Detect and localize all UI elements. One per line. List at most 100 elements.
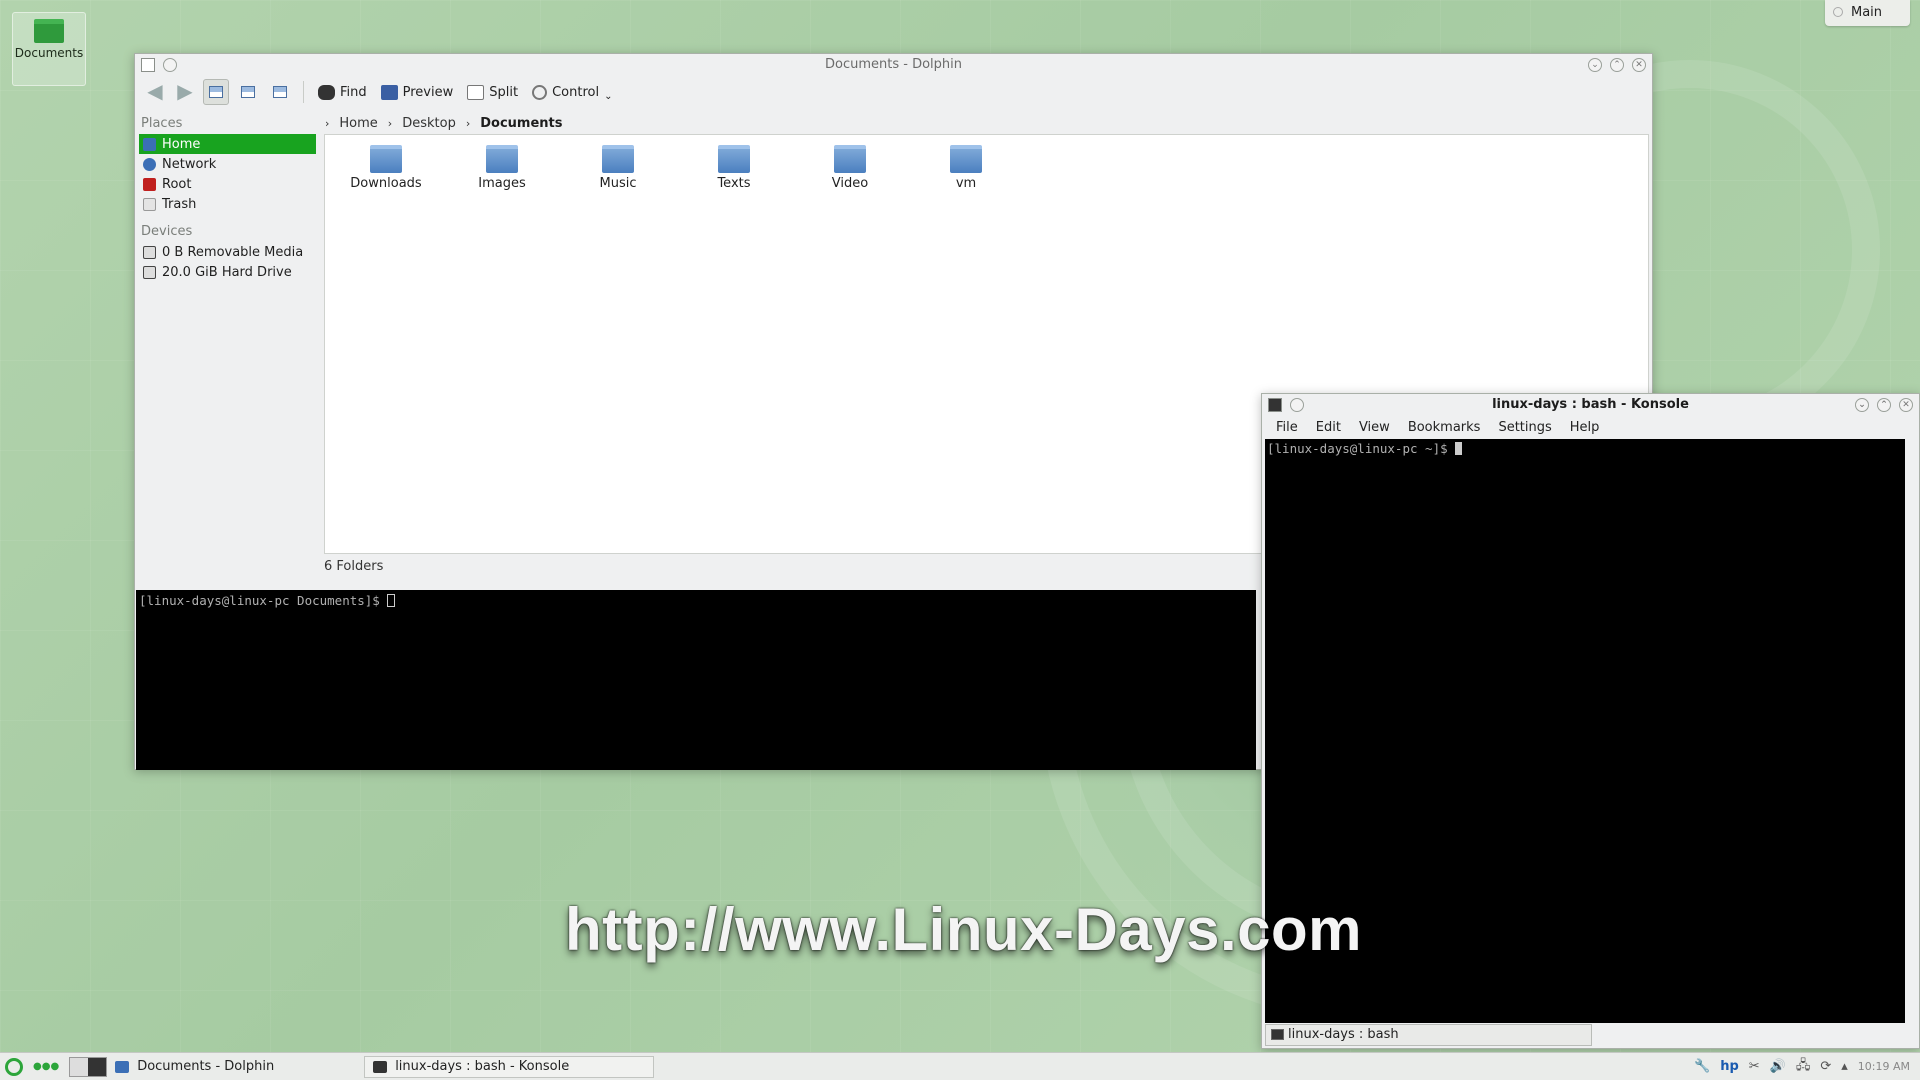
breadcrumb-root-arrow-icon[interactable]: › [325, 117, 329, 130]
control-button[interactable]: Control ⌄ [528, 79, 616, 105]
volume-icon[interactable]: 🔊 [1770, 1059, 1786, 1074]
folder-label: vm [955, 176, 977, 191]
sidebar-item-removable-media[interactable]: 0 B Removable Media [139, 242, 316, 262]
sidebar-item-label: Home [162, 136, 201, 152]
terminal-prompt: [linux-days@linux-pc ~]$ [1267, 441, 1456, 456]
folder-video[interactable]: Video [805, 145, 895, 191]
window-menu-icon[interactable] [1268, 398, 1282, 412]
folder-label: Video [831, 176, 869, 191]
preview-button[interactable]: Preview [377, 79, 458, 105]
menu-file[interactable]: File [1276, 420, 1298, 435]
folder-label: Music [599, 176, 637, 191]
tray-expand-icon[interactable]: ▴ [1841, 1059, 1848, 1074]
desktop-icon-documents[interactable]: Documents [12, 12, 86, 86]
details-view-icon [241, 86, 255, 98]
clock[interactable]: 10:19 AM [1858, 1060, 1910, 1073]
sidebar-item-hard-drive[interactable]: 20.0 GiB Hard Drive [139, 262, 316, 282]
compact-view-icon [273, 86, 287, 98]
menu-settings[interactable]: Settings [1498, 420, 1551, 435]
breadcrumb-home[interactable]: Home [339, 116, 377, 131]
sidebar-item-label: Trash [162, 196, 197, 212]
konsole-session-tab[interactable]: linux-days : bash [1265, 1024, 1592, 1046]
sidebar-item-label: Network [162, 156, 217, 172]
menu-edit[interactable]: Edit [1316, 420, 1341, 435]
sticky-button[interactable] [163, 58, 177, 72]
split-label: Split [489, 84, 519, 100]
network-icon [143, 157, 156, 171]
sidebar-item-label: Root [162, 176, 192, 192]
system-tray: 🔧 hp ✂ 🔊 🖧 ⟳ ▴ 10:19 AM [1694, 1056, 1920, 1078]
activity-main-button[interactable]: Main [1825, 0, 1910, 26]
folder-icon [950, 145, 982, 173]
places-header: Places [141, 116, 183, 131]
menu-bookmarks[interactable]: Bookmarks [1408, 420, 1481, 435]
terminal-prompt: [linux-days@linux-pc Documents]$ [139, 593, 388, 608]
sticky-button[interactable] [1290, 398, 1304, 412]
desktop-icon-label: Documents [14, 46, 84, 60]
breadcrumb-separator-icon[interactable]: › [466, 117, 470, 130]
folder-icon [370, 145, 402, 173]
dolphin-toolbar: ◀ ▶ Find Preview Split Control ⌄ [135, 76, 1652, 108]
session-tab-label: linux-days : bash [1288, 1027, 1399, 1042]
sidebar-item-network[interactable]: Network [139, 154, 316, 174]
terminal-scrollbar[interactable] [1905, 439, 1917, 1023]
konsole-menubar: File Edit View Bookmarks Settings Help [1262, 416, 1919, 438]
pager-icon[interactable] [69, 1056, 108, 1077]
folder-downloads[interactable]: Downloads [341, 145, 431, 191]
folder-vm[interactable]: vm [921, 145, 1011, 191]
application-launcher-icon[interactable] [5, 1057, 23, 1076]
minimize-button[interactable]: ⌄ [1855, 398, 1869, 412]
folder-images[interactable]: Images [457, 145, 547, 191]
find-button[interactable]: Find [314, 79, 371, 105]
home-icon [143, 137, 156, 151]
embedded-terminal[interactable]: [linux-days@linux-pc Documents]$ [136, 590, 1256, 770]
hard-drive-icon [143, 265, 156, 279]
close-button[interactable]: ✕ [1632, 58, 1646, 72]
split-button[interactable]: Split [463, 79, 522, 105]
trash-icon [143, 197, 156, 211]
scissors-icon[interactable]: ✂ [1749, 1059, 1760, 1074]
menu-view[interactable]: View [1359, 420, 1390, 435]
chevron-down-icon: ⌄ [604, 90, 613, 102]
sidebar-item-trash[interactable]: Trash [139, 194, 316, 214]
breadcrumb-separator-icon[interactable]: › [388, 117, 392, 130]
breadcrumb-documents[interactable]: Documents [480, 116, 562, 131]
menu-help[interactable]: Help [1570, 420, 1600, 435]
window-title: Documents - Dolphin [825, 57, 962, 72]
updates-icon[interactable]: ⟳ [1820, 1059, 1831, 1074]
terminal-cursor [387, 594, 396, 607]
window-menu-icon[interactable] [141, 58, 155, 72]
dolphin-titlebar[interactable]: Documents - Dolphin ⌄ ⌃ ✕ [135, 54, 1652, 76]
hp-icon[interactable]: hp [1720, 1059, 1739, 1074]
places-panel: Places Home Network Root Trash Devices 0… [135, 112, 320, 573]
compact-view-button[interactable] [267, 79, 293, 105]
maximize-button[interactable]: ⌃ [1610, 58, 1624, 72]
icons-view-button[interactable] [203, 79, 229, 105]
split-icon [467, 84, 485, 100]
control-label: Control [552, 84, 600, 100]
close-button[interactable]: ✕ [1899, 398, 1913, 412]
activities-icon[interactable]: ●●● [33, 1061, 59, 1072]
minimize-button[interactable]: ⌄ [1588, 58, 1602, 72]
sidebar-item-home[interactable]: Home [139, 134, 316, 154]
terminal-cursor [1455, 442, 1463, 455]
maximize-button[interactable]: ⌃ [1877, 398, 1891, 412]
breadcrumb-desktop[interactable]: Desktop [402, 116, 456, 131]
konsole-titlebar[interactable]: linux-days : bash - Konsole ⌄ ⌃ ✕ [1262, 394, 1919, 416]
binoculars-icon [318, 84, 335, 100]
taskbar-task-dolphin[interactable]: Documents - Dolphin [107, 1056, 274, 1078]
task-label: Documents - Dolphin [137, 1059, 275, 1074]
watermark-text: http://www.Linux-Days.com [565, 896, 1362, 963]
taskbar-task-konsole[interactable]: linux-days : bash - Konsole [364, 1055, 655, 1078]
network-tray-icon[interactable]: 🖧 [1796, 1056, 1811, 1078]
folder-texts[interactable]: Texts [689, 145, 779, 191]
sidebar-item-root[interactable]: Root [139, 174, 316, 194]
folder-label: Images [478, 176, 526, 191]
forward-arrow-icon[interactable]: ▶ [173, 80, 197, 104]
toolbar-separator [303, 81, 304, 103]
tools-icon[interactable]: 🔧 [1694, 1059, 1710, 1074]
folder-music[interactable]: Music [573, 145, 663, 191]
find-label: Find [340, 84, 367, 100]
back-arrow-icon[interactable]: ◀ [143, 80, 167, 104]
details-view-button[interactable] [235, 79, 261, 105]
